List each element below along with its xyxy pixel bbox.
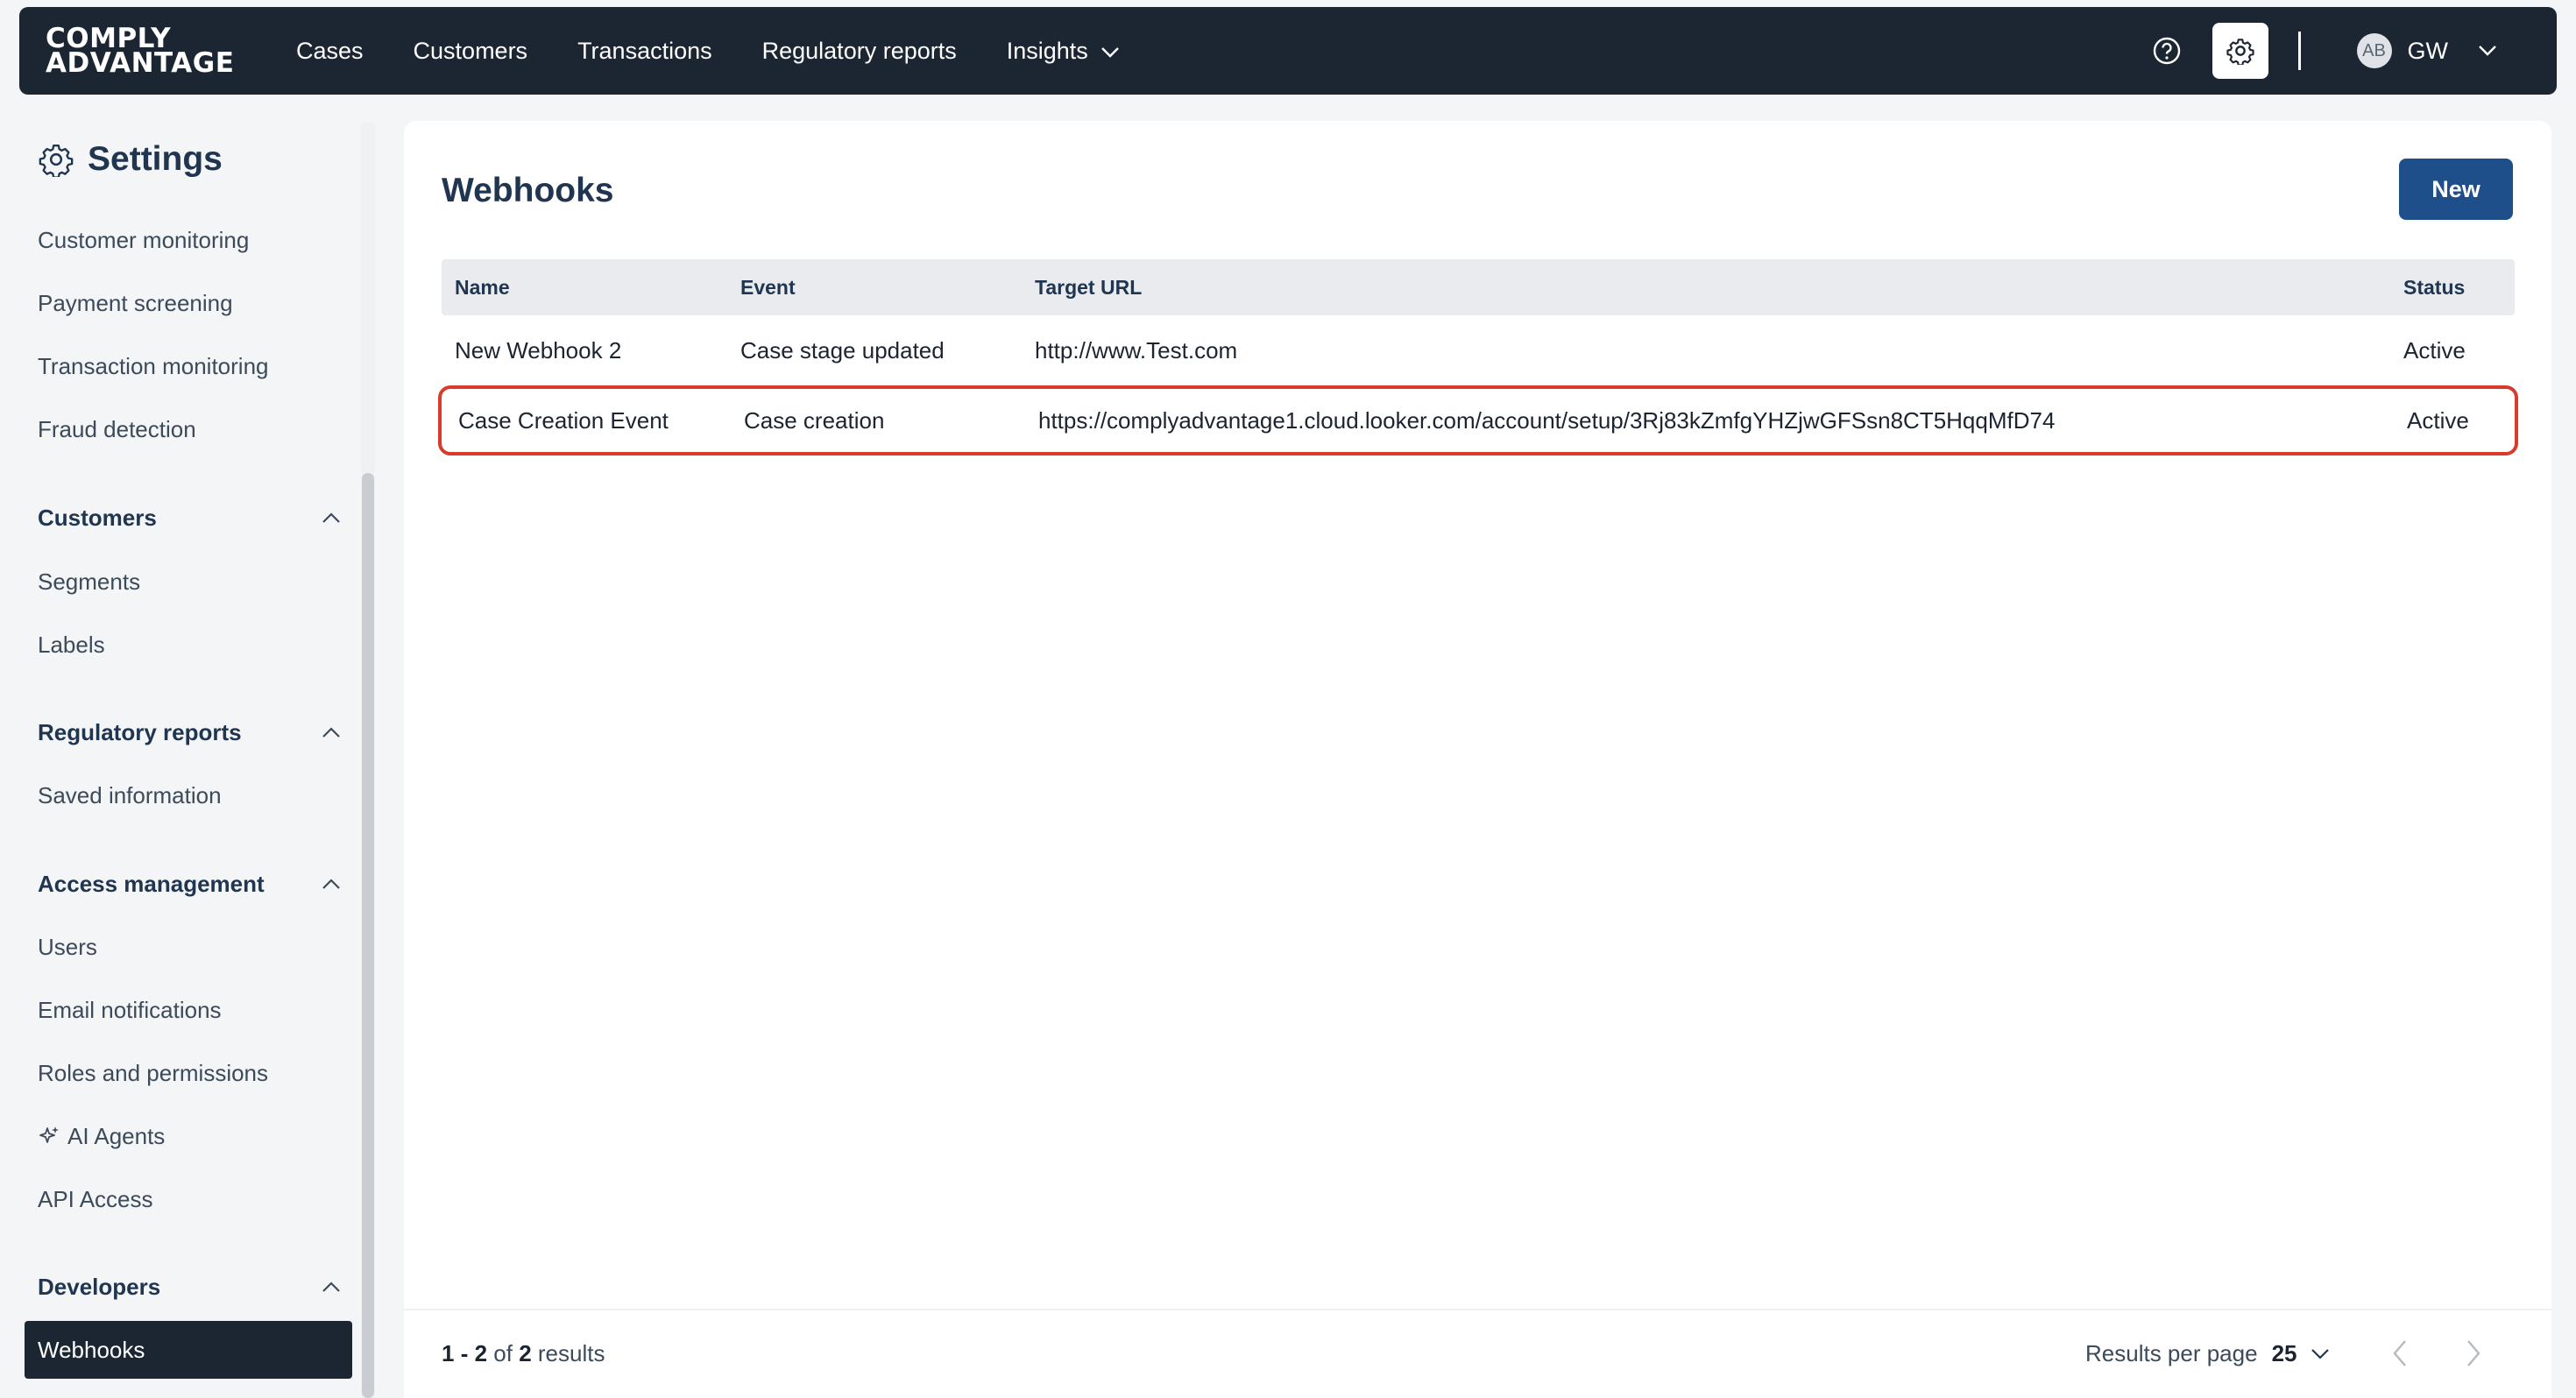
column-header-event[interactable]: Event xyxy=(740,276,1035,300)
logo-line-2: ADVANTAGE xyxy=(46,47,235,79)
total-results: 2 xyxy=(519,1340,532,1366)
main-nav: Cases Customers Transactions Regulatory … xyxy=(296,38,1170,65)
cell-target-url: https://complyadvantage1.cloud.looker.co… xyxy=(1038,406,2056,434)
sidebar-item-users[interactable]: Users xyxy=(38,929,97,964)
next-page-chevron-right-icon[interactable] xyxy=(2465,1338,2482,1373)
cell-name: New Webhook 2 xyxy=(455,336,622,364)
help-icon[interactable] xyxy=(2149,33,2184,68)
sidebar-item-api-access[interactable]: API Access xyxy=(38,1182,153,1217)
nav-insights-label: Insights xyxy=(1006,37,1088,64)
user-menu-chevron-down-icon[interactable] xyxy=(2478,45,2497,57)
chevron-down-icon xyxy=(1100,38,1120,65)
table-row[interactable]: New Webhook 2 Case stage updated http://… xyxy=(442,315,2515,385)
sidebar-item-transaction-monitoring[interactable]: Transaction monitoring xyxy=(38,349,269,384)
table-row-highlighted[interactable]: Case Creation Event Case creation https:… xyxy=(438,385,2518,455)
per-page-label: Results per page xyxy=(2085,1340,2258,1366)
nav-cases[interactable]: Cases xyxy=(296,38,364,65)
new-webhook-button[interactable]: New xyxy=(2399,159,2513,220)
range-separator: - xyxy=(454,1340,475,1366)
chevron-up-icon xyxy=(322,879,340,889)
sidebar-header: Settings xyxy=(39,140,223,179)
sidebar-item-label: AI Agents xyxy=(67,1122,166,1149)
table-header: Name Event Target URL Status xyxy=(442,259,2515,315)
gear-icon xyxy=(39,145,74,177)
sidebar-item-payment-screening[interactable]: Payment screening xyxy=(38,286,233,321)
chevron-down-icon xyxy=(2311,1348,2330,1360)
sidebar-section-developers[interactable]: Developers xyxy=(38,1269,341,1304)
settings-sidebar: Settings Customer monitoring Payment scr… xyxy=(0,119,354,1398)
sidebar-scrollbar-thumb[interactable] xyxy=(362,473,374,1398)
of-label: of xyxy=(487,1340,520,1366)
per-page-value: 25 xyxy=(2271,1340,2297,1366)
cell-status: Active xyxy=(2407,406,2469,434)
sidebar-item-webhooks[interactable]: Webhooks xyxy=(25,1321,352,1379)
sidebar-section-access-management[interactable]: Access management xyxy=(38,866,341,901)
webhooks-table: Name Event Target URL Status New Webhook… xyxy=(438,259,2518,455)
sidebar-item-segments[interactable]: Segments xyxy=(38,564,140,599)
cell-status: Active xyxy=(2403,336,2466,364)
sidebar-item-labels[interactable]: Labels xyxy=(38,627,105,662)
results-suffix: results xyxy=(531,1340,605,1366)
sidebar-title: Settings xyxy=(88,140,223,178)
chevron-up-icon xyxy=(322,727,340,738)
column-header-target-url[interactable]: Target URL xyxy=(1035,276,2402,300)
cell-target-url: http://www.Test.com xyxy=(1035,336,1238,364)
sparkle-icon xyxy=(39,1126,59,1143)
cell-event: Case stage updated xyxy=(740,336,945,364)
section-label: Developers xyxy=(38,1273,161,1300)
range-start: 1 xyxy=(442,1340,455,1366)
nav-transactions[interactable]: Transactions xyxy=(577,38,712,65)
comply-advantage-logo[interactable]: COMPLY ADVANTAGE xyxy=(46,25,242,79)
footer-divider xyxy=(404,1309,2551,1310)
pagination-summary: 1 - 2 of 2 results xyxy=(442,1340,605,1367)
topbar-divider xyxy=(2297,32,2301,70)
nav-regulatory-reports[interactable]: Regulatory reports xyxy=(762,38,957,65)
sidebar-item-ai-agents[interactable]: AI Agents xyxy=(38,1119,165,1154)
top-navigation-bar: COMPLY ADVANTAGE Cases Customers Transac… xyxy=(19,7,2557,95)
settings-gear-button[interactable] xyxy=(2212,23,2268,79)
nav-customers[interactable]: Customers xyxy=(414,38,528,65)
avatar[interactable]: AB xyxy=(2356,33,2392,68)
webhooks-panel: Webhooks New Name Event Target URL Statu… xyxy=(404,121,2551,1398)
section-label: Access management xyxy=(38,870,265,897)
previous-page-chevron-left-icon[interactable] xyxy=(2391,1338,2409,1373)
sidebar-item-fraud-detection[interactable]: Fraud detection xyxy=(38,412,196,447)
section-label: Regulatory reports xyxy=(38,718,242,745)
chevron-up-icon xyxy=(322,1282,340,1292)
sidebar-item-saved-information[interactable]: Saved information xyxy=(38,778,222,813)
chevron-up-icon xyxy=(322,512,340,523)
section-label: Customers xyxy=(38,504,157,531)
sidebar-section-regulatory-reports[interactable]: Regulatory reports xyxy=(38,715,341,750)
column-header-status[interactable]: Status xyxy=(2402,276,2515,300)
range-end: 2 xyxy=(474,1340,488,1366)
topbar-actions: AB GW xyxy=(2149,7,2558,95)
results-per-page-select[interactable]: Results per page 25 xyxy=(2085,1340,2330,1367)
column-header-name[interactable]: Name xyxy=(442,276,740,300)
gear-icon xyxy=(2226,39,2254,65)
sidebar-item-roles-and-permissions[interactable]: Roles and permissions xyxy=(38,1056,268,1091)
sidebar-item-customer-monitoring[interactable]: Customer monitoring xyxy=(38,222,249,258)
cell-event: Case creation xyxy=(744,406,885,434)
sidebar-section-customers[interactable]: Customers xyxy=(38,500,341,535)
page-title: Webhooks xyxy=(442,172,614,209)
nav-insights[interactable]: Insights xyxy=(1007,38,1120,65)
cell-name: Case Creation Event xyxy=(458,406,669,434)
user-initials[interactable]: GW xyxy=(2408,38,2449,65)
sidebar-item-email-notifications[interactable]: Email notifications xyxy=(38,992,222,1027)
